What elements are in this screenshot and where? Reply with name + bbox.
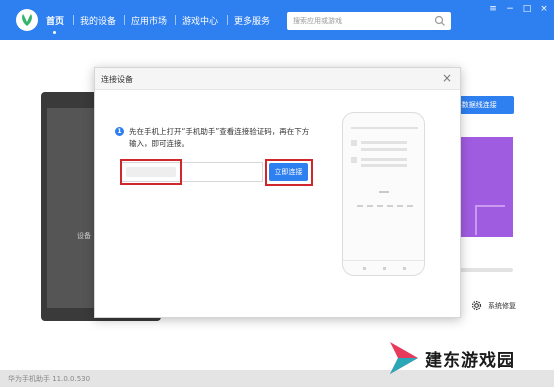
nav-more-services[interactable]: 更多服务 <box>234 14 270 27</box>
illustration-line <box>361 164 407 167</box>
illustration-block <box>351 140 357 146</box>
nav-home[interactable]: 首页 <box>46 14 64 27</box>
promo-card-graphic <box>475 205 505 235</box>
usb-connect-button[interactable]: B数据线连接 <box>455 96 514 114</box>
watermark-text: 建东游戏园 <box>425 350 515 371</box>
search-box[interactable]: 搜索应用或游戏 <box>287 12 451 30</box>
step-number-icon: 1 <box>115 127 124 136</box>
watermark: 建东游戏园 <box>386 338 515 378</box>
illustration-dash <box>387 205 393 207</box>
nav-my-devices[interactable]: 我的设备 <box>80 14 116 27</box>
close-window-icon[interactable]: × <box>539 4 549 14</box>
illustration-line <box>351 127 418 129</box>
phone-illustration <box>342 112 425 276</box>
nav-game-center[interactable]: 游戏中心 <box>182 14 218 27</box>
illustration-dash <box>407 205 413 207</box>
minimize-icon[interactable]: − <box>505 4 515 14</box>
maximize-icon[interactable]: □ <box>522 4 532 14</box>
app-logo-icon[interactable] <box>16 9 38 31</box>
illustration-dash <box>377 205 383 207</box>
illustration-line <box>361 158 407 161</box>
nav-divider <box>124 15 125 25</box>
nav-app-market[interactable]: 应用市场 <box>131 14 167 27</box>
watermark-logo-icon <box>390 342 418 374</box>
nav-active-indicator <box>53 31 56 34</box>
illustration-dash <box>357 205 363 207</box>
illustration-line <box>361 141 407 144</box>
dialog-title: 连接设备 <box>101 75 133 84</box>
illustration-dash <box>367 205 373 207</box>
search-icon[interactable] <box>434 15 446 27</box>
top-bar: 首页 我的设备 应用市场 游戏中心 更多服务 搜索应用或游戏 ≡ − □ × <box>0 0 554 40</box>
close-icon[interactable]: × <box>442 71 452 85</box>
instruction-text: 先在手机上打开“手机助手”查看连接验证码，再在下方输入，即可连接。 <box>129 127 310 148</box>
illustration-block <box>351 157 357 163</box>
system-repair-label: 系统修复 <box>488 301 516 310</box>
illustration-dot <box>383 267 386 270</box>
system-repair-link[interactable]: 系统修复 <box>471 300 516 311</box>
device-label: 设备 <box>77 232 91 240</box>
illustration-line <box>361 148 407 151</box>
menu-icon[interactable]: ≡ <box>488 4 498 14</box>
illustration-line <box>343 260 424 261</box>
search-input[interactable]: 搜索应用或游戏 <box>293 16 342 26</box>
highlight-box-input <box>120 159 182 185</box>
nav-divider <box>227 15 228 25</box>
highlight-box-button <box>265 159 313 186</box>
connect-device-dialog: 连接设备 × 1 先在手机上打开“手机助手”查看连接验证码，再在下方输入，即可连… <box>94 67 461 318</box>
progress-bar <box>458 268 513 272</box>
illustration-dot <box>403 267 406 270</box>
illustration-line <box>379 191 389 193</box>
illustration-dash <box>397 205 403 207</box>
nav-divider <box>73 15 74 25</box>
nav-divider <box>175 15 176 25</box>
version-text: 华为手机助手 11.0.0.530 <box>8 375 91 383</box>
dialog-header: 连接设备 × <box>95 68 460 90</box>
gear-icon <box>471 300 482 311</box>
illustration-dot <box>363 267 366 270</box>
